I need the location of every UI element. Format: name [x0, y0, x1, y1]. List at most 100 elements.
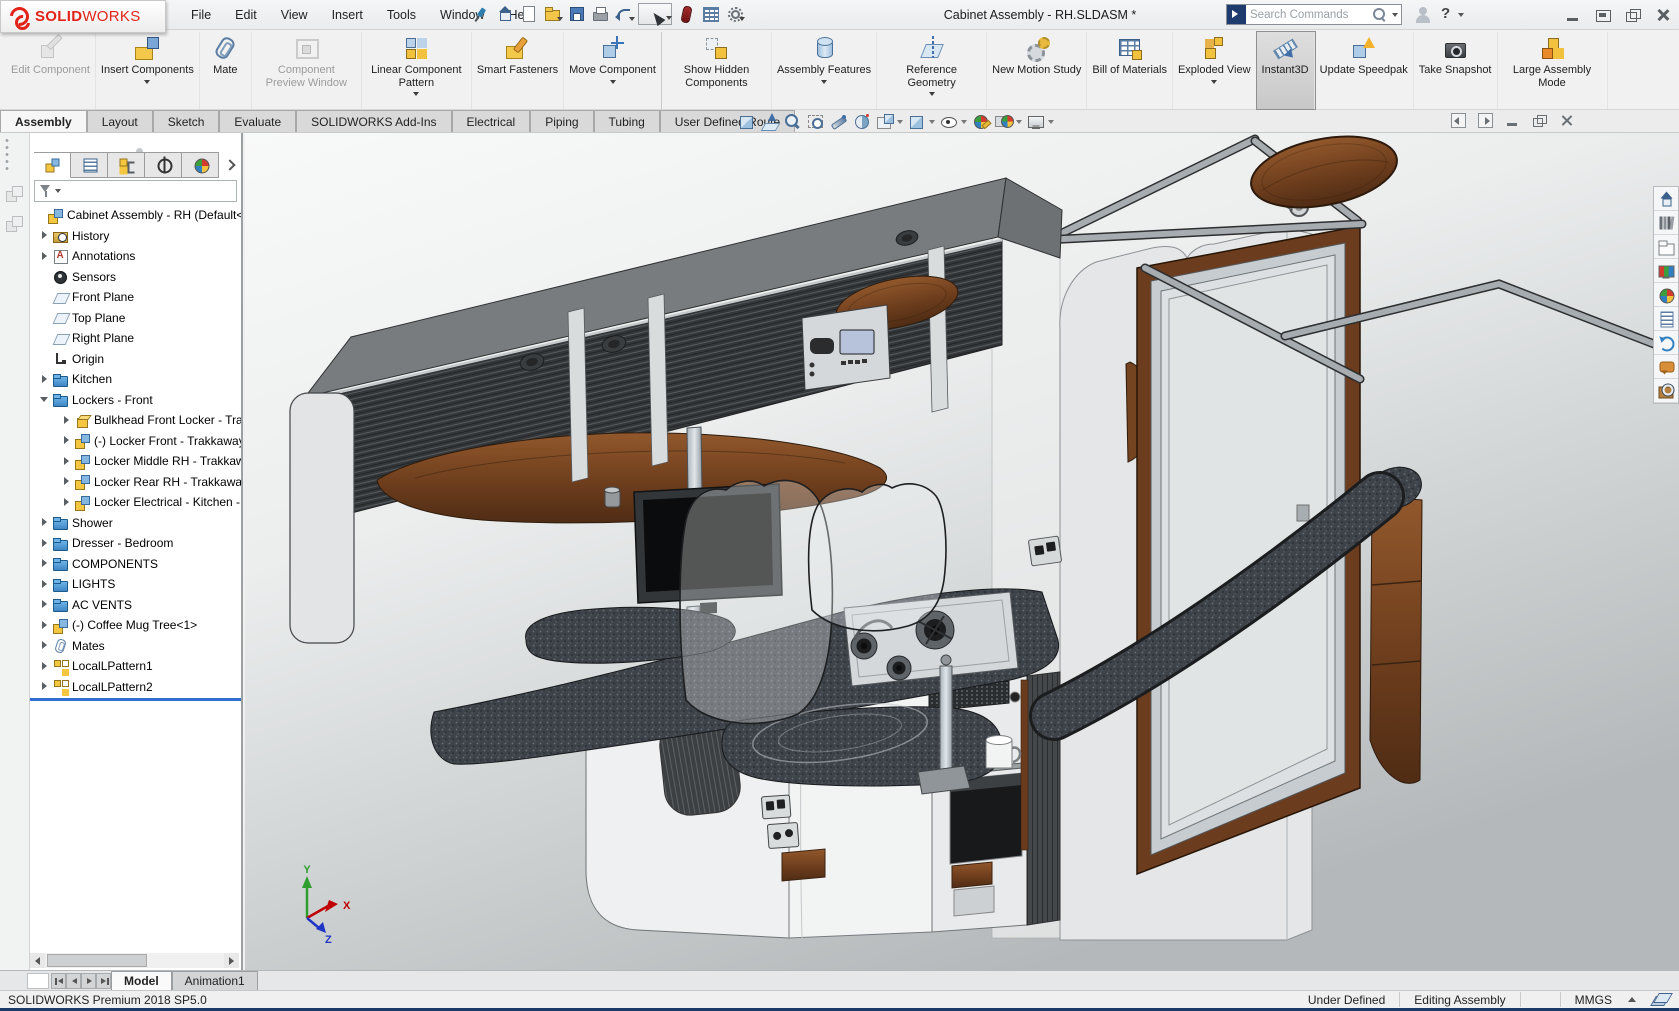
- print-icon[interactable]: [590, 3, 610, 25]
- docked-tool-icon[interactable]: [4, 185, 24, 205]
- view-palette-icon[interactable]: [1654, 259, 1678, 283]
- show-hidden-components-button[interactable]: Show Hidden Components: [662, 32, 772, 109]
- search-input[interactable]: [1246, 9, 1371, 21]
- dropdown-arrow-icon[interactable]: [897, 120, 903, 124]
- viewport-canvas[interactable]: Y X Z: [245, 133, 1679, 970]
- component-preview-window-button[interactable]: Component Preview Window: [252, 32, 362, 109]
- normal-to-icon[interactable]: [760, 112, 779, 131]
- minimize-button[interactable]: [1565, 7, 1581, 23]
- insert-components-button[interactable]: Insert Components: [96, 32, 200, 109]
- search-commands-box[interactable]: [1226, 4, 1402, 25]
- go-to-start-button[interactable]: [51, 973, 66, 989]
- command-tab[interactable]: SOLIDWORKS Add-Ins: [296, 110, 451, 132]
- custom-properties-icon[interactable]: [1654, 307, 1678, 331]
- mate-button[interactable]: Mate: [200, 32, 252, 109]
- spreadsheet-icon[interactable]: [700, 3, 720, 25]
- tree-item[interactable]: AC VENTS: [30, 595, 241, 616]
- tree-item[interactable]: Dresser - Bedroom: [30, 533, 241, 554]
- menu-item[interactable]: File: [180, 4, 222, 26]
- tree-item[interactable]: (-) Coffee Mug Tree<1>: [30, 615, 241, 636]
- scrollbar-thumb[interactable]: [47, 954, 147, 967]
- pin-icon[interactable]: [472, 7, 488, 23]
- model-tab[interactable]: Model: [111, 971, 172, 990]
- tree-item[interactable]: Lockers - Front: [30, 390, 241, 411]
- take-snapshot-button[interactable]: Take Snapshot: [1414, 32, 1498, 109]
- propertymanager-tab-icon[interactable]: [71, 152, 108, 178]
- hide-show-items-icon[interactable]: [939, 112, 967, 131]
- tree-item[interactable]: COMPONENTS: [30, 554, 241, 575]
- tree-item[interactable]: LocalLPattern2: [30, 677, 241, 698]
- apply-scene-icon[interactable]: [994, 112, 1022, 131]
- expand-panel-icon[interactable]: [221, 152, 239, 178]
- bill-of-materials-button[interactable]: Bill of Materials: [1087, 32, 1173, 109]
- dropdown-arrow-icon[interactable]: [821, 80, 827, 84]
- menu-item[interactable]: Tools: [376, 4, 427, 26]
- menu-item[interactable]: Edit: [224, 4, 268, 26]
- radio-control-panel[interactable]: [802, 305, 890, 390]
- expand-arrow-icon[interactable]: [60, 496, 73, 509]
- splitter-grip-icon[interactable]: [3, 137, 11, 171]
- smart-fasteners-button[interactable]: Smart Fasteners: [472, 32, 564, 109]
- configurationmanager-tab-icon[interactable]: [108, 152, 145, 178]
- previous-frame-button[interactable]: [66, 973, 81, 989]
- expand-arrow-icon[interactable]: [38, 557, 51, 570]
- dock-button[interactable]: [1595, 7, 1611, 23]
- expand-arrow-icon[interactable]: [38, 311, 51, 324]
- tree-item[interactable]: Cabinet Assembly - RH (Default<Disp: [30, 205, 241, 226]
- dropdown-arrow-icon[interactable]: [610, 80, 616, 84]
- solidworks-resources-icon[interactable]: [1654, 187, 1678, 211]
- menu-item[interactable]: Insert: [321, 4, 374, 26]
- expand-arrow-icon[interactable]: [38, 229, 51, 242]
- dropdown-arrow-icon[interactable]: [413, 92, 419, 96]
- tree-item[interactable]: (-) Locker Front - Trakkaway 8: [30, 431, 241, 452]
- search-icon[interactable]: [1371, 6, 1389, 24]
- locker-end-cap[interactable]: [290, 393, 354, 643]
- edit-component-button[interactable]: Edit Component: [6, 32, 96, 109]
- command-tab[interactable]: Sketch: [153, 110, 220, 132]
- tree-item[interactable]: Annotations: [30, 246, 241, 267]
- command-tab[interactable]: Layout: [87, 110, 153, 132]
- dropdown-arrow-icon[interactable]: [961, 120, 967, 124]
- expand-arrow-icon[interactable]: [60, 455, 73, 468]
- expand-arrow-icon[interactable]: [38, 352, 51, 365]
- help-dropdown-icon[interactable]: [1458, 13, 1464, 17]
- tree-item[interactable]: Origin: [30, 349, 241, 370]
- expand-arrow-icon[interactable]: [38, 393, 51, 406]
- dimxpertmanager-tab-icon[interactable]: [145, 152, 182, 178]
- animation-tab[interactable]: Animation1: [172, 971, 258, 990]
- scroll-left-button[interactable]: [30, 953, 45, 968]
- command-tab[interactable]: Electrical: [452, 110, 531, 132]
- 3d-drawing-view-icon[interactable]: [829, 112, 848, 131]
- help-icon[interactable]: ?: [1441, 5, 1450, 22]
- command-tab[interactable]: Assembly: [0, 110, 87, 132]
- displaymanager-tab-icon[interactable]: [182, 152, 219, 178]
- expand-arrow-icon[interactable]: [38, 660, 51, 673]
- design-library-icon[interactable]: [1654, 211, 1678, 235]
- expand-arrow-icon[interactable]: [38, 270, 51, 283]
- zoom-to-fit-icon[interactable]: [737, 112, 756, 131]
- units-dropdown-icon[interactable]: [1628, 997, 1636, 1002]
- viewport-minimize-button[interactable]: [1504, 112, 1521, 129]
- docked-tool-icon[interactable]: [4, 215, 24, 235]
- next-frame-button[interactable]: [81, 973, 96, 989]
- inspection-icon[interactable]: [1654, 379, 1678, 403]
- expand-arrow-icon[interactable]: [38, 516, 51, 529]
- expand-arrow-icon[interactable]: [60, 414, 73, 427]
- expand-arrow-icon[interactable]: [60, 434, 73, 447]
- units-selector[interactable]: MMGS: [1560, 992, 1626, 1007]
- tree-item[interactable]: Mates: [30, 636, 241, 657]
- tree-item[interactable]: Top Plane: [30, 308, 241, 329]
- display-style-icon[interactable]: [907, 112, 935, 131]
- tree-item[interactable]: Bulkhead Front Locker - Trakk: [30, 410, 241, 431]
- tree-item[interactable]: Locker Middle RH - Trakkawa: [30, 451, 241, 472]
- expand-arrow-icon[interactable]: [38, 578, 51, 591]
- tree-item[interactable]: Front Plane: [30, 287, 241, 308]
- tree-item[interactable]: Shower: [30, 513, 241, 534]
- tree-horizontal-scrollbar[interactable]: [30, 953, 239, 968]
- expand-arrow-icon[interactable]: [38, 373, 51, 386]
- search-dropdown-icon[interactable]: [1392, 13, 1398, 17]
- solidworks-forum-icon[interactable]: [1654, 355, 1678, 379]
- file-explorer-icon[interactable]: [1654, 235, 1678, 259]
- next-pane-button[interactable]: [1477, 112, 1494, 129]
- expand-arrow-icon[interactable]: [38, 619, 51, 632]
